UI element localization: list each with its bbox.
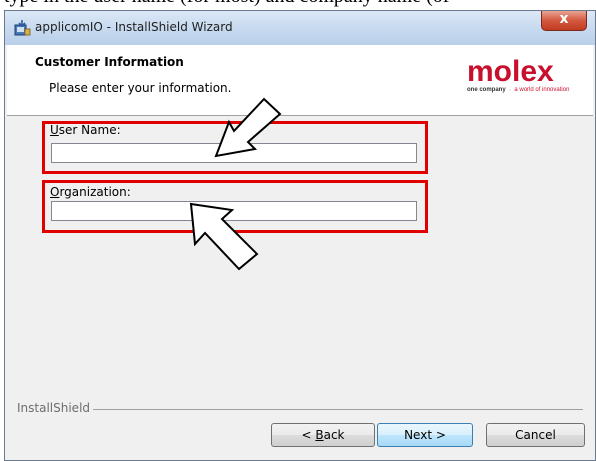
arrow-to-organization-icon [189,202,259,271]
annotation-arrows [189,97,282,271]
arrow-to-user-name-icon [214,97,282,158]
